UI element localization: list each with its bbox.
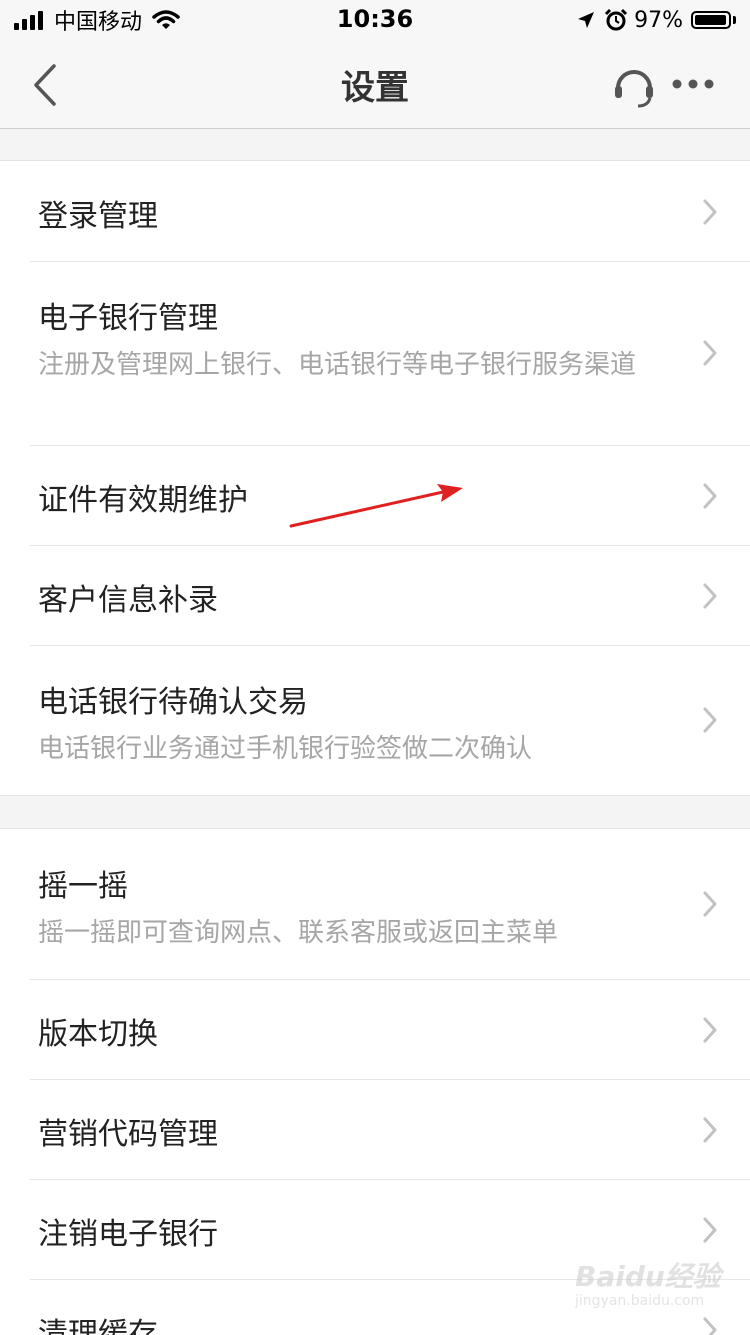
item-subtitle: 摇一摇即可查询网点、联系客服或返回主菜单 — [38, 918, 559, 948]
chevron-right-icon — [703, 707, 717, 733]
settings-item-ebank-management[interactable]: 电子银行管理 注册及管理网上银行、电话银行等电子银行服务渠道 — [0, 261, 750, 445]
settings-item-version-switch[interactable]: 版本切换 — [0, 979, 750, 1079]
item-title: 营销代码管理 — [38, 1117, 218, 1152]
settings-item-marketing-code[interactable]: 营销代码管理 — [0, 1079, 750, 1179]
alarm-icon — [605, 8, 628, 31]
chevron-right-icon — [703, 1117, 717, 1143]
chevron-right-icon — [703, 583, 717, 609]
settings-item-customer-info[interactable]: 客户信息补录 — [0, 545, 750, 645]
item-subtitle: 电话银行业务通过手机银行验签做二次确认 — [38, 734, 533, 764]
navigation-bar: 设置 — [0, 40, 750, 129]
battery-percent: 97% — [634, 7, 683, 33]
item-title: 电话银行待确认交易 — [38, 685, 308, 720]
chevron-right-icon — [703, 340, 717, 366]
location-icon — [578, 12, 595, 28]
item-title: 证件有效期维护 — [38, 483, 248, 518]
item-title: 客户信息补录 — [38, 583, 218, 618]
settings-item-login-management[interactable]: 登录管理 — [0, 161, 750, 261]
chevron-right-icon — [703, 199, 717, 225]
chevron-right-icon — [703, 1017, 717, 1043]
item-title: 登录管理 — [38, 199, 158, 234]
watermark-subtext: jingyan.baidu.com — [575, 1293, 705, 1309]
chevron-right-icon — [703, 483, 717, 509]
settings-item-shake[interactable]: 摇一摇 摇一摇即可查询网点、联系客服或返回主菜单 — [0, 829, 750, 979]
settings-group-1: 登录管理 电子银行管理 注册及管理网上银行、电话银行等电子银行服务渠道 证件有效… — [0, 160, 750, 796]
annotation-arrow — [289, 484, 463, 528]
status-bar: 中国移动 10:36 97% — [0, 0, 750, 40]
item-title: 清理缓存 — [38, 1317, 158, 1335]
chevron-right-icon — [703, 891, 717, 917]
settings-item-phone-bank-pending[interactable]: 电话银行待确认交易 电话银行业务通过手机银行验签做二次确认 — [0, 645, 750, 795]
item-subtitle: 注册及管理网上银行、电话银行等电子银行服务渠道 — [38, 350, 637, 380]
baidu-watermark: Baidu经验 jingyan.baidu.com — [575, 1255, 735, 1325]
more-icon[interactable] — [668, 64, 718, 104]
item-title: 摇一摇 — [38, 869, 128, 904]
chevron-right-icon — [703, 1217, 717, 1243]
item-title: 注销电子银行 — [38, 1217, 218, 1252]
watermark-text: Baidu经验 — [575, 1260, 721, 1293]
item-title: 版本切换 — [38, 1017, 158, 1052]
item-title: 电子银行管理 — [38, 301, 218, 336]
headset-icon[interactable] — [610, 62, 658, 110]
battery-icon — [691, 11, 731, 29]
